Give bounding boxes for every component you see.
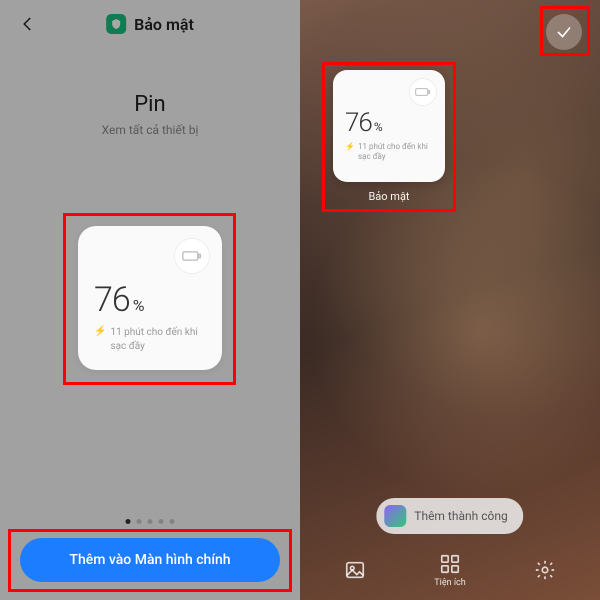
- header-title-wrap: Bảo mật: [106, 14, 194, 34]
- battery-widget: 76 % ⚡ 11 phút cho đến khi sạc đầy: [78, 226, 222, 370]
- image-icon: [344, 559, 366, 581]
- header-title: Bảo mật: [134, 15, 194, 34]
- security-icon: [106, 14, 126, 34]
- percent-value: 76: [94, 280, 130, 320]
- section-title: Pin: [0, 92, 300, 117]
- widget-caption: Bảo mật: [333, 190, 445, 203]
- battery-widget-preview[interactable]: 76 % ⚡ 11 phút cho đến khi sạc đầy: [78, 226, 222, 370]
- back-button[interactable]: [18, 14, 38, 34]
- percent-row: 76 %: [345, 108, 433, 138]
- battery-widget-placed[interactable]: 76 % ⚡ 11 phút cho đến khi sạc đầy Bảo m…: [333, 70, 445, 203]
- status-row: ⚡ 11 phút cho đến khi sạc đầy: [94, 326, 206, 353]
- dock-item-utilities[interactable]: Tiện ích: [434, 553, 465, 588]
- dock-item-wallpaper[interactable]: [344, 559, 366, 581]
- battery-icon: [415, 87, 431, 97]
- percent-value: 76: [345, 108, 372, 138]
- percent-symbol: %: [133, 296, 145, 315]
- percent-symbol: %: [374, 120, 383, 134]
- pane-homescreen: 76 % ⚡ 11 phút cho đến khi sạc đầy Bảo m…: [300, 0, 600, 600]
- section-subtitle: Xem tất cả thiết bị: [0, 123, 300, 137]
- battery-icon-circle: [409, 78, 437, 106]
- bolt-icon: ⚡: [94, 326, 106, 337]
- battery-icon: [182, 250, 202, 262]
- grid-icon: [439, 553, 461, 575]
- battery-icon-circle: [174, 238, 210, 274]
- success-toast: Thêm thành công: [376, 498, 523, 534]
- toast-text: Thêm thành công: [414, 509, 507, 523]
- percent-row: 76 %: [94, 280, 206, 320]
- page-indicator: [126, 519, 175, 524]
- confirm-button[interactable]: [546, 14, 582, 50]
- status-row: ⚡ 11 phút cho đến khi sạc đầy: [345, 142, 433, 163]
- dock-bar: Tiện ích: [300, 548, 600, 592]
- header: Bảo mật: [0, 0, 300, 48]
- status-text: 11 phút cho đến khi sạc đầy: [358, 142, 433, 163]
- toast-icon: [384, 505, 406, 527]
- pane-widget-picker: Bảo mật Pin Xem tất cả thiết bị 76 % ⚡ 1…: [0, 0, 300, 600]
- section-header: Pin Xem tất cả thiết bị: [0, 92, 300, 137]
- dock-item-settings[interactable]: [534, 559, 556, 581]
- bolt-icon: ⚡: [345, 142, 355, 151]
- status-text: 11 phút cho đến khi sạc đầy: [110, 326, 206, 353]
- add-to-home-button[interactable]: Thêm vào Màn hình chính: [20, 538, 280, 582]
- battery-widget: 76 % ⚡ 11 phút cho đến khi sạc đầy: [333, 70, 445, 182]
- check-icon: [555, 23, 573, 41]
- arrow-left-icon: [19, 15, 37, 33]
- gear-icon: [534, 559, 556, 581]
- dock-label: Tiện ích: [434, 578, 465, 588]
